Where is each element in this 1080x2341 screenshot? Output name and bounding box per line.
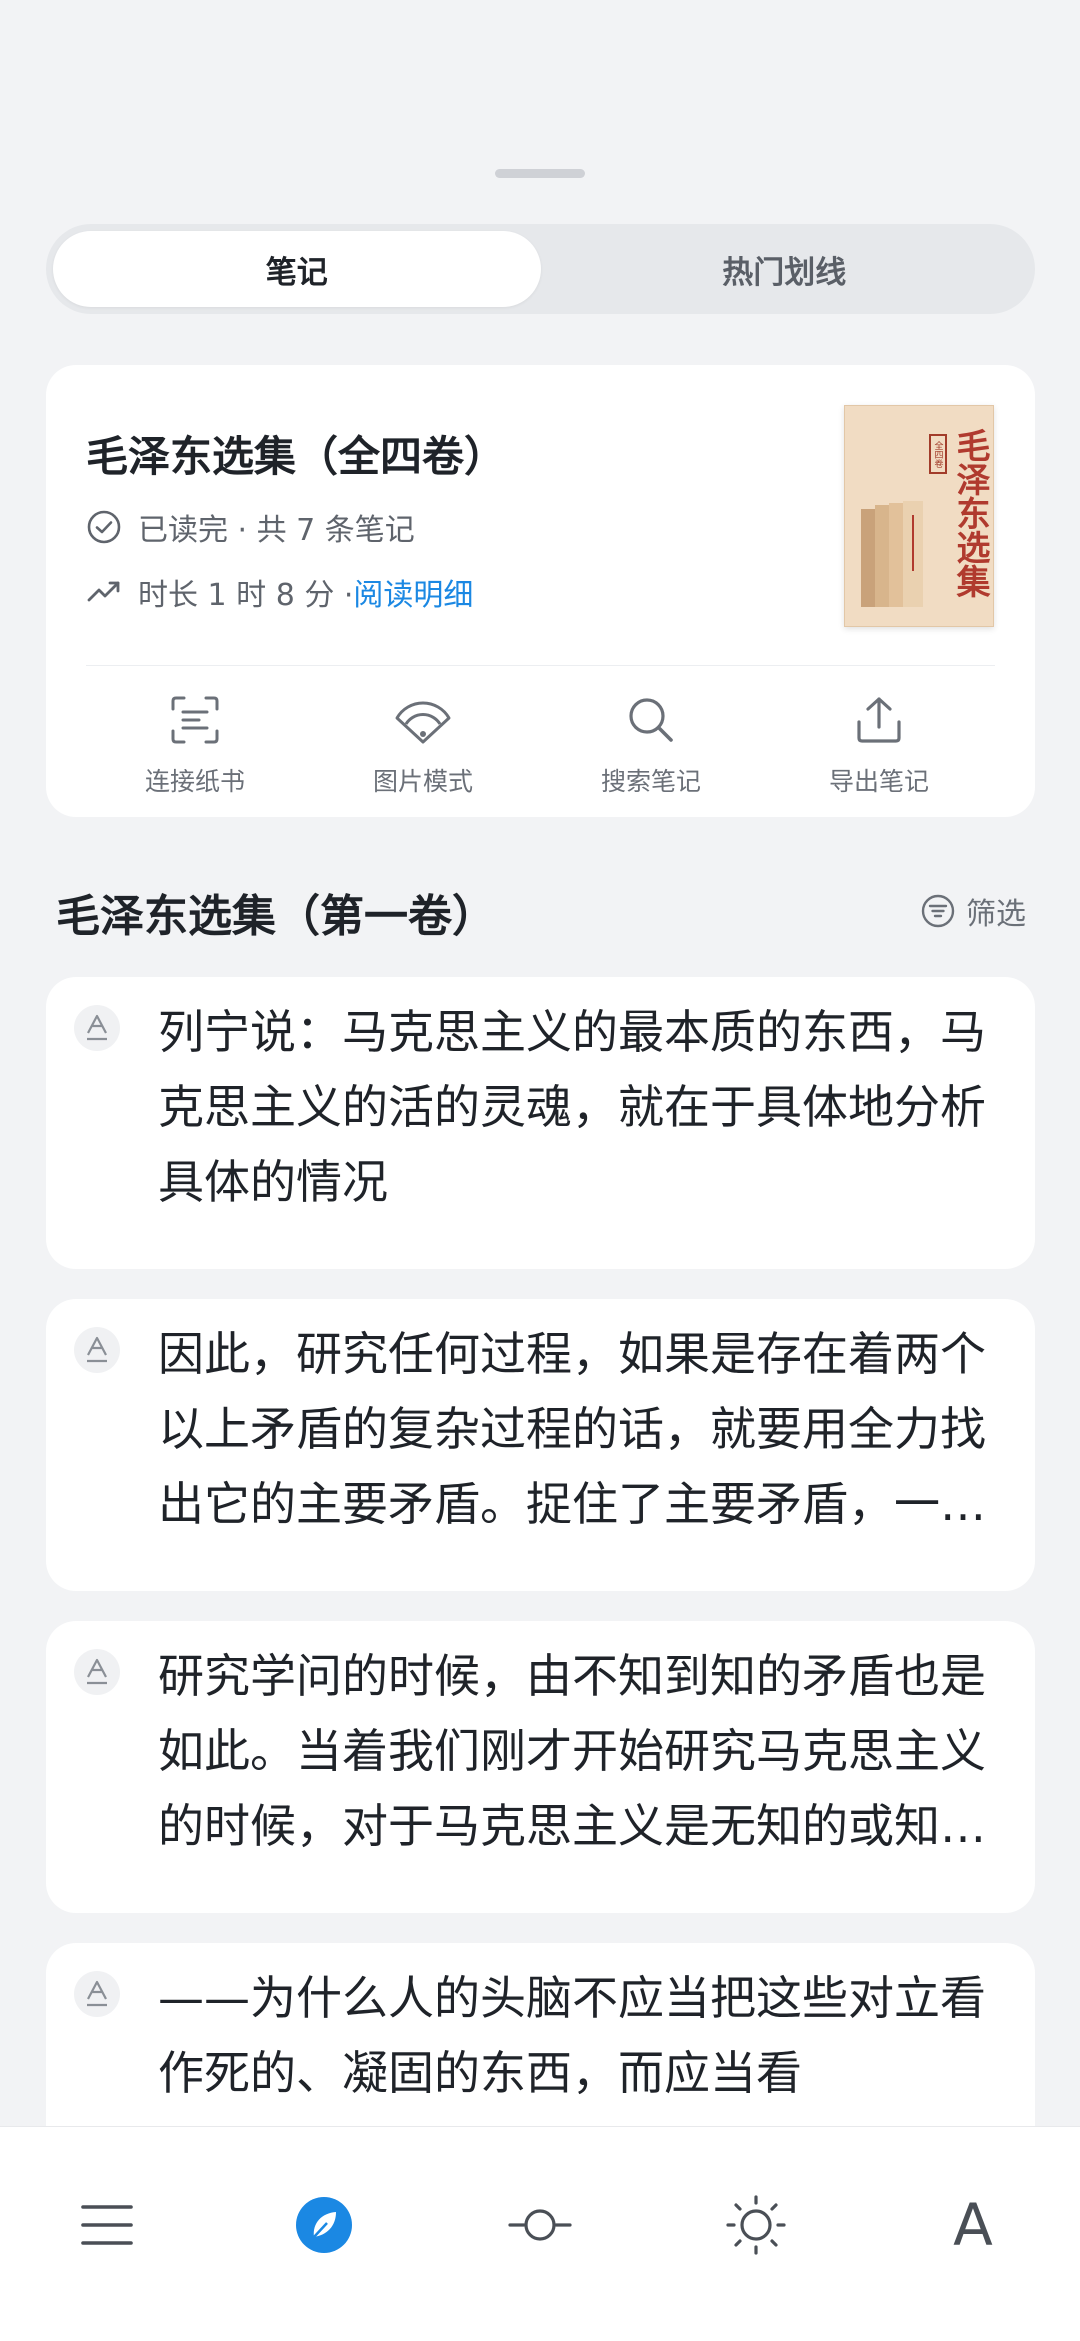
segmented-tabs: 笔记 热门划线 — [46, 224, 1035, 314]
note-text: 列宁说：马克思主义的最本质的东西，马克思主义的活的灵魂，就在于具体地分析具体的情… — [158, 1005, 986, 1209]
action-label: 连接纸书 — [144, 767, 245, 796]
book-actions: 连接纸书 图片模式 搜索笔记 导出笔记 — [46, 690, 1035, 798]
search-notes-button[interactable]: 搜索笔记 — [537, 690, 765, 798]
reading-detail-link[interactable]: 阅读明细 — [353, 570, 473, 614]
export-icon — [849, 690, 909, 750]
note-card[interactable]: 列宁说：马克思主义的最本质的东西，马克思主义的活的灵魂，就在于具体地分析具体的情… — [46, 977, 1035, 1269]
book-card: 毛泽东选集（全四卷） 已读完 · 共 7 条笔记 时长 1 时 8 分 · 阅读… — [46, 365, 1035, 817]
notes-sheet: 笔记 热门划线 毛泽东选集（全四卷） 已读完 · 共 7 条笔记 时长 1 时 … — [0, 0, 1080, 2341]
tab-hot-highlights[interactable]: 热门划线 — [541, 231, 1029, 307]
font-letter: A — [953, 2191, 993, 2259]
card-divider — [86, 665, 995, 666]
cover-title: 毛泽东选集 — [950, 428, 990, 598]
book-title: 毛泽东选集（全四卷） — [86, 432, 507, 481]
filter-label: 筛选 — [966, 897, 1026, 932]
underline-icon — [74, 1005, 120, 1051]
read-status-row: 已读完 · 共 7 条笔记 — [86, 505, 415, 549]
check-circle-icon — [86, 509, 122, 545]
connect-paper-book-button[interactable]: 连接纸书 — [81, 690, 309, 798]
trend-up-icon — [86, 574, 122, 610]
underline-icon — [74, 1649, 120, 1695]
note-text: 研究学问的时候，由不知到知的矛盾也是如此。当着我们刚才开始研究马克思主义的时候，… — [158, 1649, 986, 1853]
filter-button[interactable]: 筛选 — [920, 889, 1026, 933]
search-icon — [621, 690, 681, 750]
underline-icon — [74, 1327, 120, 1373]
drag-handle[interactable] — [495, 169, 585, 178]
menu-icon[interactable] — [67, 2185, 147, 2265]
fan-icon — [393, 690, 453, 750]
font-icon[interactable]: A — [933, 2185, 1013, 2265]
bottom-toolbar: A — [0, 2126, 1080, 2341]
note-card[interactable]: 因此，研究任何过程，如果是存在着两个以上矛盾的复杂过程的话，就要用全力找出它的主… — [46, 1299, 1035, 1591]
filter-icon — [920, 893, 956, 929]
note-card[interactable]: 研究学问的时候，由不知到知的矛盾也是如此。当着我们刚才开始研究马克思主义的时候，… — [46, 1621, 1035, 1913]
book-cover[interactable]: 全四卷 毛泽东选集 — [844, 405, 994, 627]
image-mode-button[interactable]: 图片模式 — [309, 690, 537, 798]
action-label: 搜索笔记 — [600, 767, 701, 796]
duration-row: 时长 1 时 8 分 · 阅读明细 — [86, 570, 473, 614]
read-status-text: 已读完 · 共 7 条笔记 — [138, 513, 415, 548]
cover-volume-tag: 全四卷 — [929, 434, 947, 474]
compass-icon[interactable] — [284, 2185, 364, 2265]
scan-icon — [165, 690, 225, 750]
action-label: 导出笔记 — [828, 767, 929, 796]
export-notes-button[interactable]: 导出笔记 — [765, 690, 993, 798]
progress-icon[interactable] — [500, 2185, 580, 2265]
underline-icon — [74, 1971, 120, 2017]
duration-text: 时长 1 时 8 分 · — [138, 578, 354, 613]
action-label: 图片模式 — [372, 767, 473, 796]
section-title: 毛泽东选集（第一卷） — [56, 891, 496, 942]
brightness-icon[interactable] — [716, 2185, 796, 2265]
note-text: 因此，研究任何过程，如果是存在着两个以上矛盾的复杂过程的话，就要用全力找出它的主… — [158, 1327, 986, 1531]
tab-notes[interactable]: 笔记 — [53, 231, 541, 307]
note-text: ——为什么人的头脑不应当把这些对立看作死的、凝固的东西，而应当看 — [158, 1971, 986, 2100]
cover-books-illustration — [861, 501, 923, 607]
